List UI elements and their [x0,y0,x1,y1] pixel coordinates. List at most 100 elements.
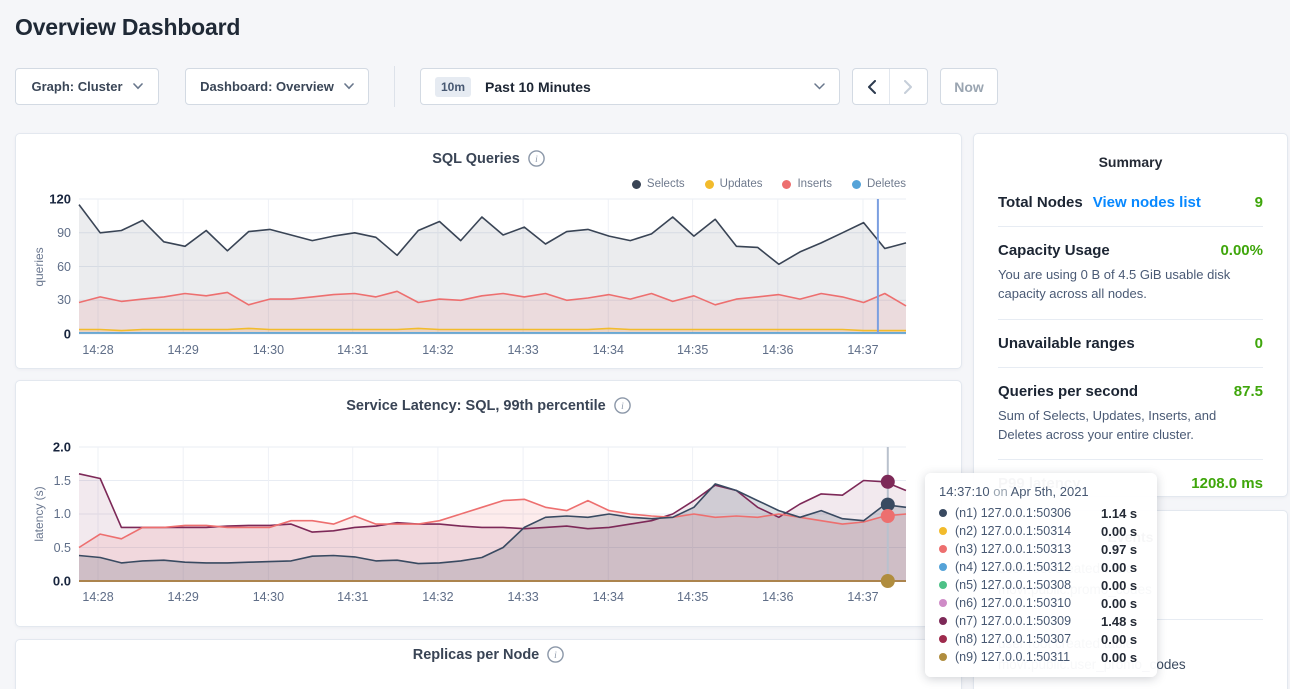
node-dot-icon [939,599,947,607]
summary-panel: Summary Total Nodes View nodes list 9 Ca… [973,133,1288,497]
tooltip-row: (n2) 127.0.0.1:503140.00 s [939,522,1143,540]
qps-value: 87.5 [1234,383,1263,400]
chevron-right-icon [904,80,913,94]
tooltip-timestamp: 14:37:10 on Apr 5th, 2021 [939,484,1143,499]
tooltip-row: (n7) 127.0.0.1:503091.48 s [939,612,1143,630]
x-axis-tick: 14:35 [677,343,708,357]
time-step-buttons [852,68,928,105]
qps-label: Queries per second [998,383,1138,400]
chevron-left-icon [867,80,876,94]
node-dot-icon [939,617,947,625]
now-button-label: Now [954,79,984,95]
dashboard-dropdown-label: Dashboard: Overview [200,79,334,94]
y-axis-tick: 0.0 [31,574,71,589]
time-range-badge: 10m [435,77,471,97]
capacity-description: You are using 0 B of 4.5 GiB usable disk… [998,266,1263,304]
divider [998,459,1263,460]
x-axis-tick: 14:36 [762,590,793,604]
qps-description: Sum of Selects, Updates, Inserts, and De… [998,407,1263,445]
y-axis-tick: 90 [31,226,71,240]
divider [998,226,1263,227]
capacity-value: 0.00% [1220,242,1263,259]
node-address: (n6) 127.0.0.1:50310 [955,596,1101,610]
info-icon[interactable]: i [547,646,564,663]
node-address: (n8) 127.0.0.1:50307 [955,632,1101,646]
x-axis-tick: 14:28 [82,343,113,357]
tooltip-row: (n6) 127.0.0.1:503100.00 s [939,594,1143,612]
view-nodes-list-link[interactable]: View nodes list [1093,194,1201,211]
x-axis-tick: 14:31 [337,343,368,357]
node-latency-value: 1.14 s [1101,506,1137,521]
x-axis-tick: 14:30 [253,590,284,604]
x-axis-tick: 14:36 [762,343,793,357]
node-dot-icon [939,653,947,661]
capacity-row: Capacity Usage 0.00% [998,242,1263,259]
replicas-per-node-title: Replicas per Node [413,647,540,663]
tooltip-rows: (n1) 127.0.0.1:503061.14 s(n2) 127.0.0.1… [939,504,1143,666]
x-axis-tick: 14:37 [847,590,878,604]
node-address: (n5) 127.0.0.1:50308 [955,578,1101,592]
node-address: (n9) 127.0.0.1:50311 [955,650,1101,664]
capacity-label: Capacity Usage [998,242,1110,259]
dashboard-dropdown[interactable]: Dashboard: Overview [185,68,369,105]
tooltip-row: (n5) 127.0.0.1:503080.00 s [939,576,1143,594]
node-address: (n4) 127.0.0.1:50312 [955,560,1101,574]
divider [998,319,1263,320]
node-dot-icon [939,509,947,517]
x-axis-tick: 14:32 [422,590,453,604]
unavailable-ranges-label: Unavailable ranges [998,335,1135,352]
now-button[interactable]: Now [940,68,998,105]
node-address: (n1) 127.0.0.1:50306 [955,506,1101,520]
node-dot-icon [939,545,947,553]
node-address: (n3) 127.0.0.1:50313 [955,542,1101,556]
x-axis-tick: 14:33 [507,343,538,357]
total-nodes-label: Total Nodes [998,194,1083,211]
tooltip-row: (n8) 127.0.0.1:503070.00 s [939,630,1143,648]
prev-interval-button[interactable] [853,69,890,104]
tooltip-row: (n4) 127.0.0.1:503120.00 s [939,558,1143,576]
chevron-down-icon [814,83,825,90]
p99-value: 1208.0 ms [1191,475,1263,492]
time-range-label: Past 10 Minutes [485,79,591,95]
node-latency-value: 0.00 s [1101,596,1137,611]
total-nodes-value: 9 [1255,194,1263,211]
y-axis-label: queries [32,247,46,286]
x-axis-tick: 14:28 [82,590,113,604]
overview-dashboard-page: Overview Dashboard Graph: Cluster Dashbo… [0,0,1290,689]
x-axis-tick: 14:31 [337,590,368,604]
graph-dropdown[interactable]: Graph: Cluster [15,68,159,105]
node-latency-value: 0.00 s [1101,578,1137,593]
x-axis-tick: 14:34 [593,590,624,604]
sql-queries-panel: SQL Queries i Selects Updates Inserts De… [15,133,962,369]
x-axis-tick: 14:30 [253,343,284,357]
node-latency-value: 0.00 s [1101,632,1137,647]
node-latency-value: 0.00 s [1101,524,1137,539]
controls-divider [394,66,395,107]
x-axis-tick: 14:29 [168,590,199,604]
svg-text:i: i [554,651,557,661]
replicas-per-node-panel: Replicas per Node i [15,639,962,689]
y-axis-tick: 0 [31,327,71,342]
node-dot-icon [939,527,947,535]
chevron-down-icon [133,83,143,90]
service-latency-chart[interactable]: 0.00.51.01.52.014:2814:2914:3014:3114:32… [16,381,961,626]
y-axis-tick: 120 [31,192,71,207]
summary-title: Summary [998,154,1263,170]
node-latency-value: 0.97 s [1101,542,1137,557]
x-axis-tick: 14:37 [847,343,878,357]
next-interval-button[interactable] [890,69,927,104]
y-axis-tick: 30 [31,293,71,307]
node-dot-icon [939,635,947,643]
total-nodes-row: Total Nodes View nodes list 9 [998,194,1263,211]
y-axis-tick: 2.0 [31,440,71,455]
node-address: (n2) 127.0.0.1:50314 [955,524,1101,538]
node-latency-value: 1.48 s [1101,614,1137,629]
time-range-dropdown[interactable]: 10m Past 10 Minutes [420,68,840,105]
sql-queries-chart[interactable]: 030609012014:2814:2914:3014:3114:3214:33… [16,134,961,368]
node-dot-icon [939,581,947,589]
tooltip-row: (n3) 127.0.0.1:503130.97 s [939,540,1143,558]
tooltip-row: (n9) 127.0.0.1:503110.00 s [939,648,1143,666]
unavailable-ranges-value: 0 [1255,335,1263,352]
node-address: (n7) 127.0.0.1:50309 [955,614,1101,628]
node-dot-icon [939,563,947,571]
